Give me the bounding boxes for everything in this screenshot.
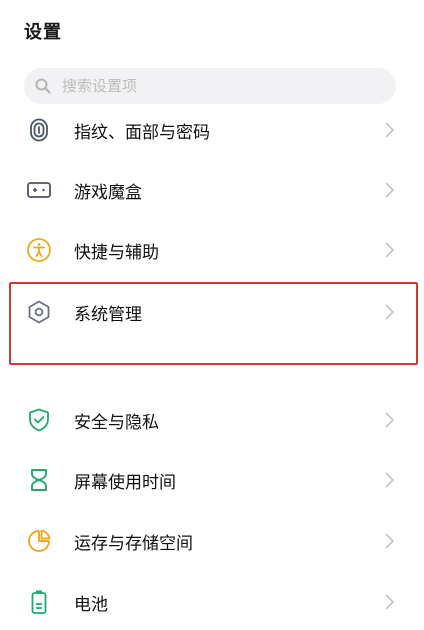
chevron-right-icon bbox=[383, 241, 395, 259]
shield-check-icon bbox=[26, 407, 52, 433]
settings-item-label: 运存与存储空间 bbox=[74, 533, 193, 554]
chevron-right-icon bbox=[383, 411, 395, 429]
settings-item-fingerprint[interactable]: 指纹、面部与密码 bbox=[0, 102, 424, 158]
page-title: 设置 bbox=[24, 22, 62, 43]
settings-item-label: 电池 bbox=[74, 594, 108, 615]
gear-hexagon-icon bbox=[26, 299, 52, 325]
fingerprint-icon bbox=[26, 117, 52, 143]
settings-item-label: 快捷与辅助 bbox=[74, 242, 159, 263]
settings-item-system-management[interactable]: 系统管理 bbox=[0, 284, 424, 340]
settings-item-label: 系统管理 bbox=[74, 304, 142, 325]
chevron-right-icon bbox=[383, 181, 395, 199]
settings-item-game-box[interactable]: 游戏魔盒 bbox=[0, 162, 424, 218]
gamepad-icon bbox=[26, 177, 52, 203]
pie-chart-icon bbox=[26, 528, 52, 554]
chevron-right-icon bbox=[383, 532, 395, 550]
settings-item-ram-storage[interactable]: 运存与存储空间 bbox=[0, 513, 424, 569]
chevron-right-icon bbox=[383, 303, 395, 321]
hourglass-icon bbox=[26, 467, 52, 493]
chevron-right-icon bbox=[383, 121, 395, 139]
search-input[interactable] bbox=[60, 76, 364, 96]
settings-item-security-privacy[interactable]: 安全与隐私 bbox=[0, 392, 424, 448]
search-bar[interactable] bbox=[24, 68, 396, 104]
settings-item-accessibility[interactable]: 快捷与辅助 bbox=[0, 222, 424, 278]
battery-icon bbox=[26, 589, 52, 615]
settings-item-screen-time[interactable]: 屏幕使用时间 bbox=[0, 452, 424, 508]
settings-item-label: 屏幕使用时间 bbox=[74, 472, 176, 493]
search-icon bbox=[34, 77, 52, 95]
settings-item-label: 指纹、面部与密码 bbox=[74, 122, 210, 143]
chevron-right-icon bbox=[383, 471, 395, 489]
chevron-right-icon bbox=[383, 593, 395, 611]
accessibility-icon bbox=[26, 237, 52, 263]
settings-item-label: 游戏魔盒 bbox=[74, 182, 142, 203]
settings-item-battery[interactable]: 电池 bbox=[0, 574, 424, 630]
settings-item-label: 安全与隐私 bbox=[74, 412, 159, 433]
